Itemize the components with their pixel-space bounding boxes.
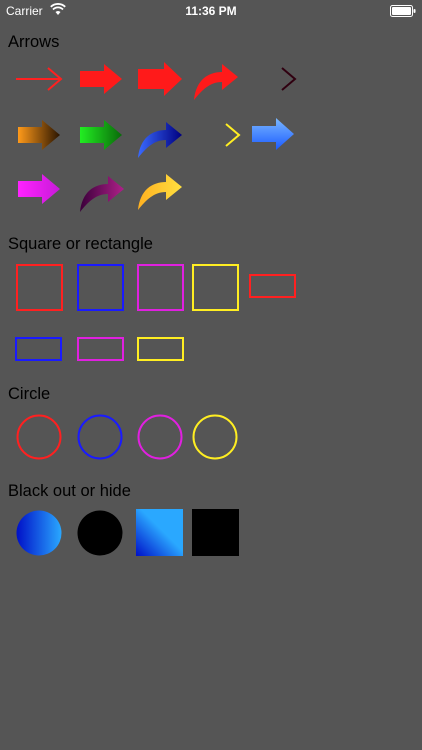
light-blue-block-arrow-icon: [252, 118, 294, 150]
yellow-square-icon: [192, 264, 239, 311]
magenta-block-arrow[interactable]: [16, 172, 62, 206]
magenta-square[interactable]: [137, 264, 185, 312]
black-circle[interactable]: [77, 510, 123, 556]
blue-gradient-circle-icon: [16, 510, 62, 556]
black-square-icon: [192, 509, 239, 556]
red-square-icon: [16, 264, 63, 311]
blue-square[interactable]: [77, 264, 125, 312]
red-rectangle-icon: [249, 274, 296, 298]
orange-gradient-block-arrow[interactable]: [16, 118, 62, 152]
red-curved-arrow-icon: [194, 64, 238, 100]
red-block-arrow-icon: [80, 64, 122, 94]
blue-gradient-curved-arrow-icon: [138, 122, 182, 158]
blue-gradient-square[interactable]: [136, 509, 184, 557]
thin-red-arrow-icon: [16, 67, 63, 91]
blue-rectangle[interactable]: [15, 337, 63, 363]
blue-gradient-circle[interactable]: [16, 510, 62, 556]
yellow-curved-arrow-icon: [138, 174, 182, 210]
dark-red-gradient-thin-arrow-icon: [250, 67, 297, 91]
purple-curved-arrow-icon: [80, 176, 124, 212]
magenta-circle[interactable]: [137, 414, 183, 460]
black-square[interactable]: [192, 509, 240, 557]
yellow-curved-arrow[interactable]: [136, 170, 186, 212]
red-circle[interactable]: [16, 414, 62, 460]
red-large-block-arrow-icon: [138, 62, 182, 96]
blue-square-icon: [77, 264, 124, 311]
red-square[interactable]: [16, 264, 64, 312]
red-curved-arrow[interactable]: [192, 60, 242, 102]
blue-gradient-square-icon: [136, 509, 183, 556]
clock: 11:36 PM: [185, 4, 237, 18]
magenta-rectangle[interactable]: [77, 337, 125, 363]
yellow-square[interactable]: [192, 264, 240, 312]
blue-circle[interactable]: [77, 414, 123, 460]
purple-curved-arrow[interactable]: [78, 172, 128, 214]
yellow-rectangle-icon: [137, 337, 184, 361]
magenta-circle-icon: [137, 414, 183, 460]
yellow-gradient-thin-arrow-icon: [194, 123, 241, 147]
red-circle-icon: [16, 414, 62, 460]
magenta-square-icon: [137, 264, 184, 311]
blue-gradient-curved-arrow[interactable]: [136, 118, 186, 160]
thin-red-arrow[interactable]: [14, 62, 64, 96]
red-block-arrow[interactable]: [78, 62, 124, 96]
yellow-circle[interactable]: [192, 414, 238, 460]
section-title-blackout: Black out or hide: [8, 482, 131, 500]
dark-red-gradient-thin-arrow[interactable]: [248, 62, 298, 96]
orange-gradient-block-arrow-icon: [18, 120, 60, 150]
status-bar: Carrier 11:36 PM: [0, 0, 422, 22]
section-title-shapes: Square or rectangle: [8, 235, 153, 253]
yellow-circle-icon: [192, 414, 238, 460]
section-title-arrows: Arrows: [8, 33, 60, 51]
yellow-gradient-thin-arrow[interactable]: [192, 118, 242, 152]
blue-rectangle-icon: [15, 337, 62, 361]
red-rectangle[interactable]: [249, 274, 297, 300]
green-gradient-block-arrow[interactable]: [78, 118, 124, 152]
blue-circle-icon: [77, 414, 123, 460]
black-circle-icon: [77, 510, 123, 556]
light-blue-block-arrow[interactable]: [250, 116, 296, 152]
magenta-block-arrow-icon: [18, 174, 60, 204]
yellow-rectangle[interactable]: [137, 337, 185, 363]
section-title-circle: Circle: [8, 385, 51, 403]
green-gradient-block-arrow-icon: [80, 120, 122, 150]
battery-icon: [390, 5, 416, 17]
red-large-block-arrow[interactable]: [136, 60, 184, 98]
magenta-rectangle-icon: [77, 337, 124, 361]
